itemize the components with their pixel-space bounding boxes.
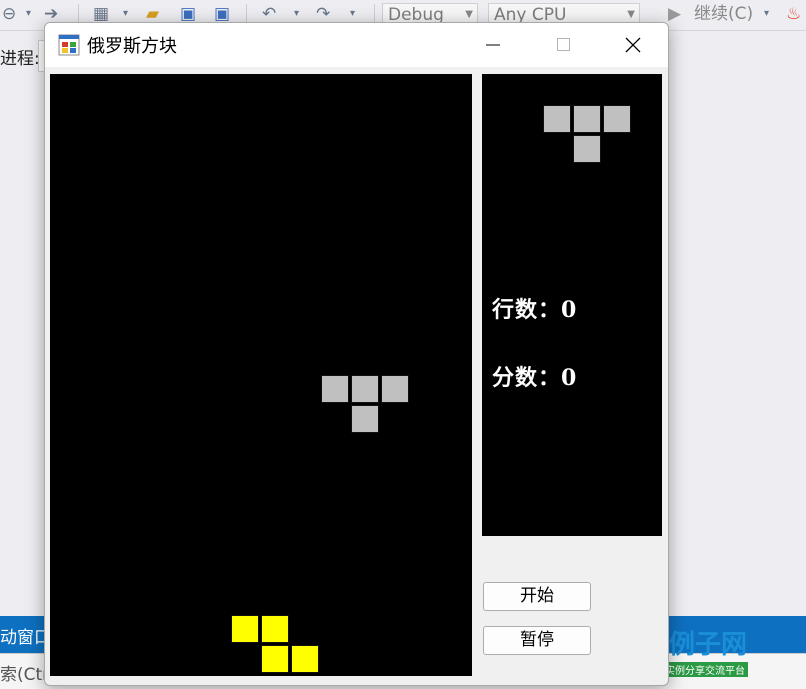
next-piece-block (543, 105, 571, 133)
lines-count-label: 行数：0 (492, 297, 578, 323)
maximize-button (528, 23, 598, 67)
continue-play-icon[interactable]: ▶ (668, 2, 681, 26)
close-button[interactable] (598, 23, 668, 67)
title-bar[interactable]: 俄罗斯方块 (45, 23, 668, 67)
window-title: 俄罗斯方块 (87, 36, 177, 57)
game-board[interactable] (50, 74, 472, 676)
landed-block (291, 645, 319, 673)
dropdown-arrow-icon[interactable]: ▾ (26, 2, 31, 26)
next-piece-block (573, 135, 601, 163)
falling-piece-block (381, 375, 409, 403)
next-piece-block (573, 105, 601, 133)
maximize-icon (557, 38, 570, 51)
tetris-window: 俄罗斯方块 行数：0 分数：0 开始 暂停 (44, 22, 669, 686)
app-icon (58, 34, 80, 56)
continue-button[interactable]: 继续(C) (694, 2, 753, 26)
dropdown-arrow-icon[interactable]: ▾ (764, 2, 769, 26)
next-piece-block (603, 105, 631, 133)
falling-piece-block (351, 375, 379, 403)
start-button[interactable]: 开始 (483, 582, 591, 611)
close-icon (625, 37, 641, 53)
falling-piece-block (351, 405, 379, 433)
score-label: 分数：0 (492, 365, 578, 391)
pause-button[interactable]: 暂停 (483, 626, 591, 655)
landed-block (261, 645, 289, 673)
hot-reload-icon[interactable]: ♨ (786, 2, 801, 26)
info-panel: 行数：0 分数：0 (482, 74, 662, 536)
minimize-icon (486, 44, 500, 46)
nav-back-icon[interactable]: ⊖ (2, 2, 16, 26)
landed-block (231, 615, 259, 643)
landed-block (261, 615, 289, 643)
process-label: 进程: (0, 49, 40, 69)
falling-piece-block (321, 375, 349, 403)
minimize-button[interactable] (458, 23, 528, 67)
